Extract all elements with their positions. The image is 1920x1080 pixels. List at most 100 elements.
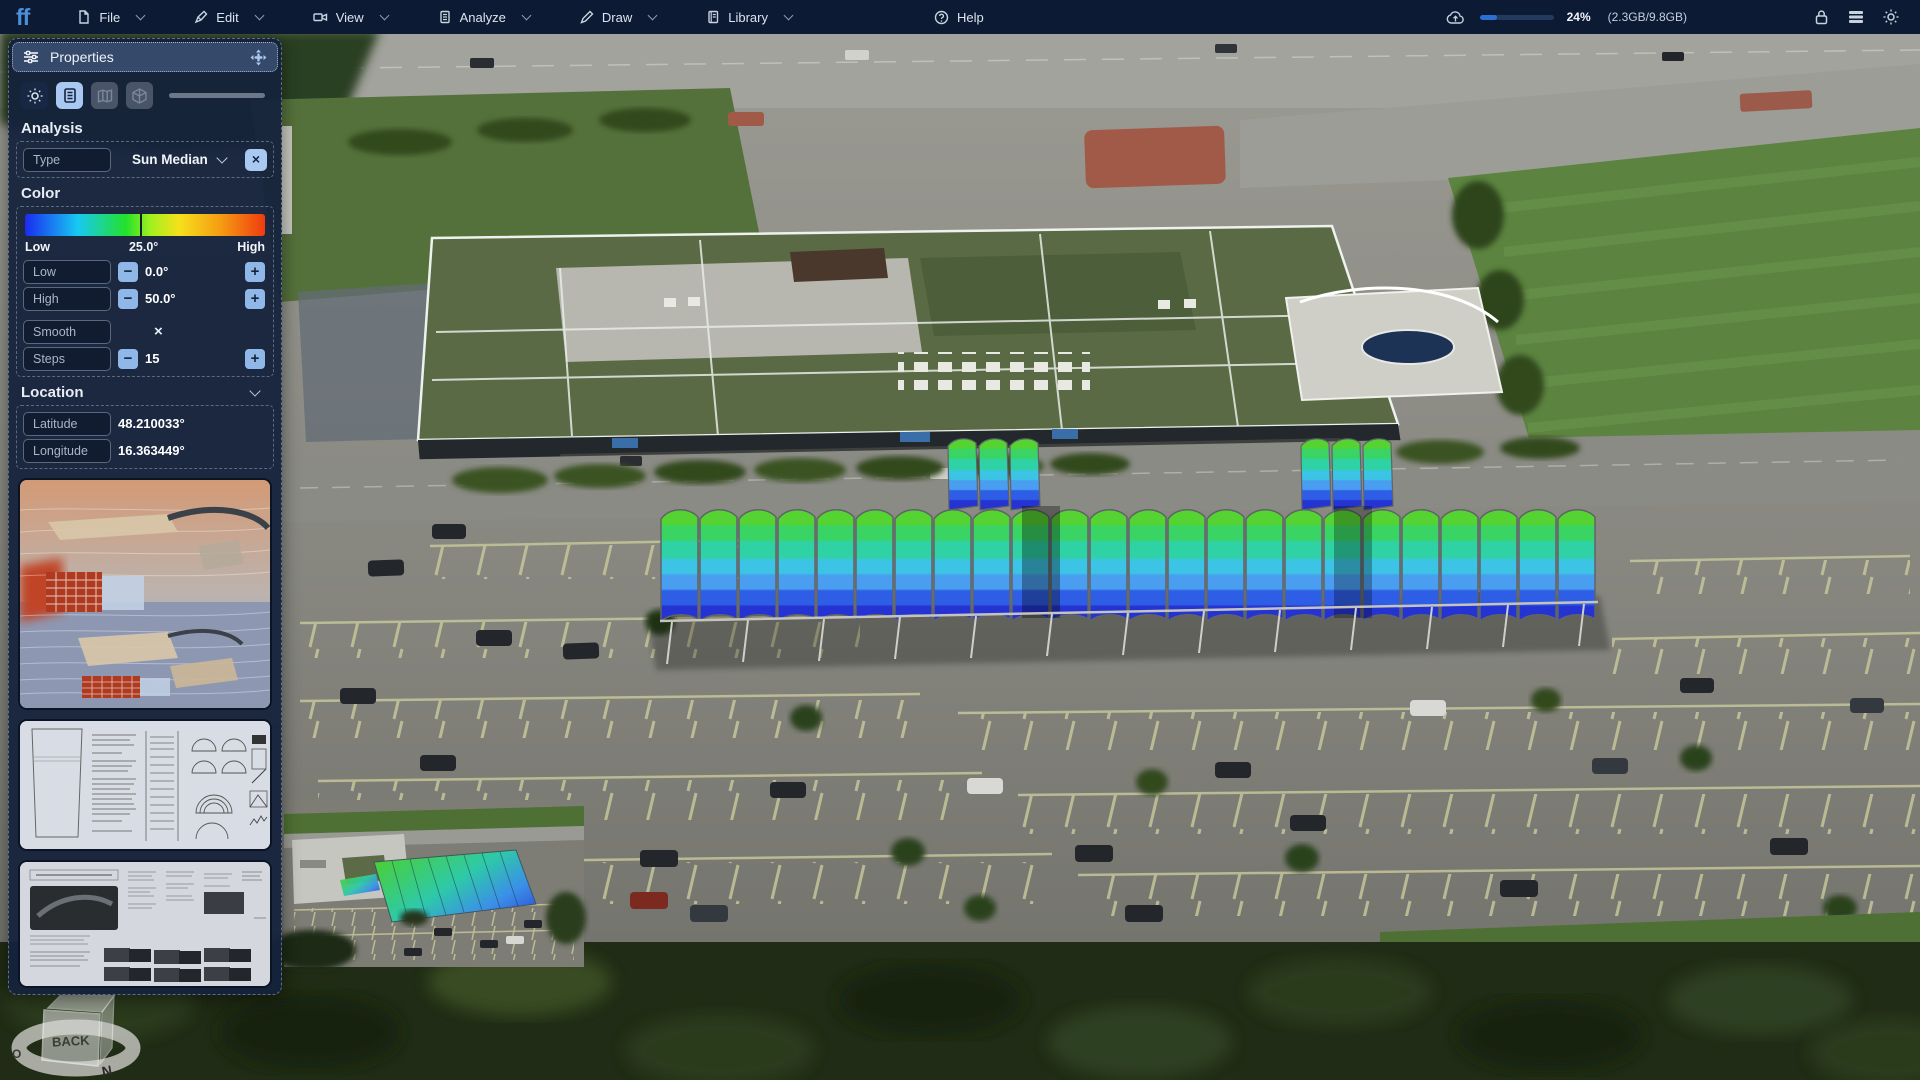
low-increment-button[interactable]: + — [245, 262, 265, 282]
main-menu: File Edit View Analyze Draw Library Help — [63, 10, 1019, 25]
menu-help-label: Help — [957, 10, 984, 25]
memory-usage: (2.3GB/9.8GB) — [1608, 10, 1687, 24]
menu-library[interactable]: Library — [692, 10, 806, 25]
layers-list-icon[interactable] — [1845, 6, 1867, 28]
chevron-down-icon — [136, 10, 146, 20]
chevron-down-icon — [521, 10, 531, 20]
sun-icon — [27, 88, 43, 104]
brightness-settings-icon[interactable] — [1880, 6, 1902, 28]
analyze-icon — [438, 10, 452, 24]
menu-edit[interactable]: Edit — [180, 10, 276, 25]
longitude-label: Longitude — [23, 439, 111, 463]
chevron-down-icon — [216, 152, 227, 163]
menu-draw[interactable]: Draw — [566, 10, 670, 25]
ramp-high-label: High — [237, 240, 265, 254]
menu-file[interactable]: File — [63, 10, 158, 25]
canopy-wing-left — [948, 439, 1040, 510]
latitude-label: Latitude — [23, 412, 111, 436]
file-icon — [77, 10, 91, 24]
view-camera-icon — [313, 10, 328, 24]
chevron-down-icon — [254, 10, 264, 20]
color-group: Low 25.0° High Low − 0.0° + High − 50.0°… — [16, 206, 274, 377]
app-window: O BACK N ff File Edit View Analyze Draw — [0, 0, 1920, 1080]
location-group: Latitude 48.210033° Longitude 16.363449° — [16, 405, 274, 469]
help-icon — [934, 10, 949, 25]
wall-sliver — [282, 126, 292, 234]
panel-title: Properties — [50, 49, 239, 65]
color-ramp-labels: Low 25.0° High — [23, 237, 267, 258]
menu-file-label: File — [99, 10, 120, 25]
high-value[interactable]: 50.0° — [145, 291, 176, 306]
analysis-type-dropdown[interactable]: Sun Median — [118, 152, 238, 167]
steps-decrement-button[interactable]: − — [118, 349, 138, 369]
thumbnail-technical-sheet[interactable] — [18, 719, 272, 851]
app-logo: ff — [16, 4, 29, 31]
location-heading-label: Location — [21, 384, 84, 401]
menu-library-label: Library — [728, 10, 768, 25]
sliders-icon — [23, 50, 39, 64]
tab-3d-model[interactable] — [126, 82, 153, 109]
smooth-label: Smooth — [23, 320, 111, 344]
tab-map[interactable] — [91, 82, 118, 109]
cube-icon — [132, 88, 147, 104]
properties-panel: Properties Analysis Type Sun Median × Co… — [8, 38, 282, 995]
thumbnail-report-page[interactable] — [18, 860, 272, 988]
thumbnail-cfd-study[interactable] — [18, 478, 272, 710]
smooth-checkbox[interactable]: × — [154, 323, 163, 340]
chevron-down-icon — [784, 10, 794, 20]
low-label: Low — [23, 260, 111, 284]
menu-analyze-label: Analyze — [460, 10, 506, 25]
menu-view[interactable]: View — [299, 10, 402, 25]
status-area: 24% (2.3GB/9.8GB) — [1445, 6, 1920, 28]
longitude-value[interactable]: 16.363449° — [118, 443, 185, 458]
menu-help[interactable]: Help — [920, 10, 998, 25]
draw-pencil-icon — [580, 10, 594, 24]
color-heading: Color — [9, 178, 281, 206]
map-icon — [97, 89, 113, 103]
notes-icon — [63, 88, 77, 103]
menu-analyze[interactable]: Analyze — [424, 10, 544, 25]
remove-analysis-button[interactable]: × — [245, 149, 267, 171]
edit-icon — [194, 10, 208, 24]
tab-properties-list[interactable] — [56, 82, 83, 109]
top-menu-bar: ff File Edit View Analyze Draw Library — [0, 0, 1920, 34]
sync-progress-bar — [1480, 15, 1554, 20]
inset-photo — [268, 800, 586, 970]
chevron-down-icon — [379, 10, 389, 20]
panel-toolbar — [9, 75, 281, 113]
color-ramp[interactable] — [25, 214, 265, 236]
steps-increment-button[interactable]: + — [245, 349, 265, 369]
nav-cube-back-label: BACK — [52, 1033, 91, 1050]
analysis-heading: Analysis — [9, 113, 281, 141]
high-decrement-button[interactable]: − — [118, 289, 138, 309]
type-label: Type — [23, 148, 111, 172]
low-decrement-button[interactable]: − — [118, 262, 138, 282]
high-increment-button[interactable]: + — [245, 289, 265, 309]
steps-label: Steps — [23, 347, 111, 371]
analysis-group: Type Sun Median × — [16, 141, 274, 178]
collapse-chevron-icon[interactable] — [249, 385, 260, 396]
low-value[interactable]: 0.0° — [145, 264, 168, 279]
color-ramp-marker[interactable] — [140, 213, 142, 237]
steps-value[interactable]: 15 — [145, 351, 159, 366]
panel-drag-bar[interactable] — [169, 93, 265, 98]
viewport-3d[interactable]: O BACK N — [0, 0, 1920, 1080]
ramp-low-label: Low — [25, 240, 50, 254]
latitude-value[interactable]: 48.210033° — [118, 416, 185, 431]
ramp-mid-value: 25.0° — [50, 240, 237, 254]
menu-edit-label: Edit — [216, 10, 238, 25]
move-icon[interactable] — [250, 49, 267, 66]
analysis-type-value: Sun Median — [132, 152, 208, 167]
menu-view-label: View — [336, 10, 364, 25]
lock-icon[interactable] — [1810, 6, 1832, 28]
properties-panel-header[interactable]: Properties — [12, 42, 278, 72]
tab-sun-analysis[interactable] — [21, 82, 48, 109]
menu-draw-label: Draw — [602, 10, 632, 25]
high-label: High — [23, 287, 111, 311]
cloud-sync-icon — [1445, 6, 1467, 28]
canopy-wing-right — [1301, 439, 1393, 510]
chevron-down-icon — [648, 10, 658, 20]
sync-progress-percent: 24% — [1567, 10, 1591, 24]
nav-cube-west-label: O — [12, 1047, 21, 1061]
library-book-icon — [706, 10, 720, 24]
